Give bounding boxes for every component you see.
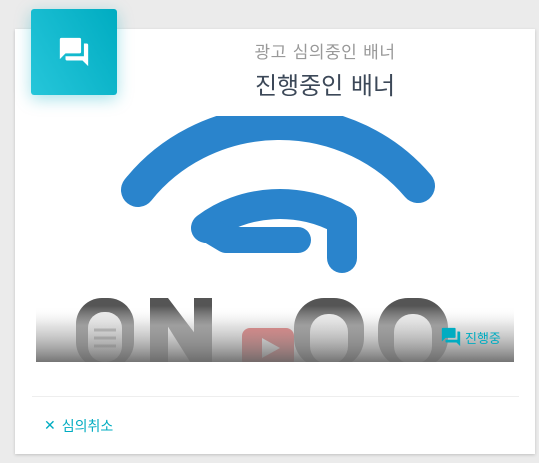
chat-bubbles-icon <box>441 327 461 347</box>
card-footer-divider <box>32 396 519 397</box>
wifi-inner-arc <box>193 215 311 253</box>
wifi-outer-arc <box>121 116 435 207</box>
card-title: 진행중인 배너 <box>254 72 396 100</box>
chat-bubbles-icon <box>59 37 89 67</box>
card-header-icon-tile <box>31 9 117 95</box>
cancel-review-button[interactable]: ✕ 심의취소 <box>44 416 113 436</box>
wifi-middle-arc <box>191 189 357 243</box>
banner-status-label: 진행중 <box>465 331 501 347</box>
card-category: 광고 심의중인 배너 <box>254 43 396 63</box>
close-icon: ✕ <box>44 418 56 434</box>
cancel-review-label: 심의취소 <box>61 419 114 435</box>
banner-status-badge: 진행중 <box>440 326 501 348</box>
